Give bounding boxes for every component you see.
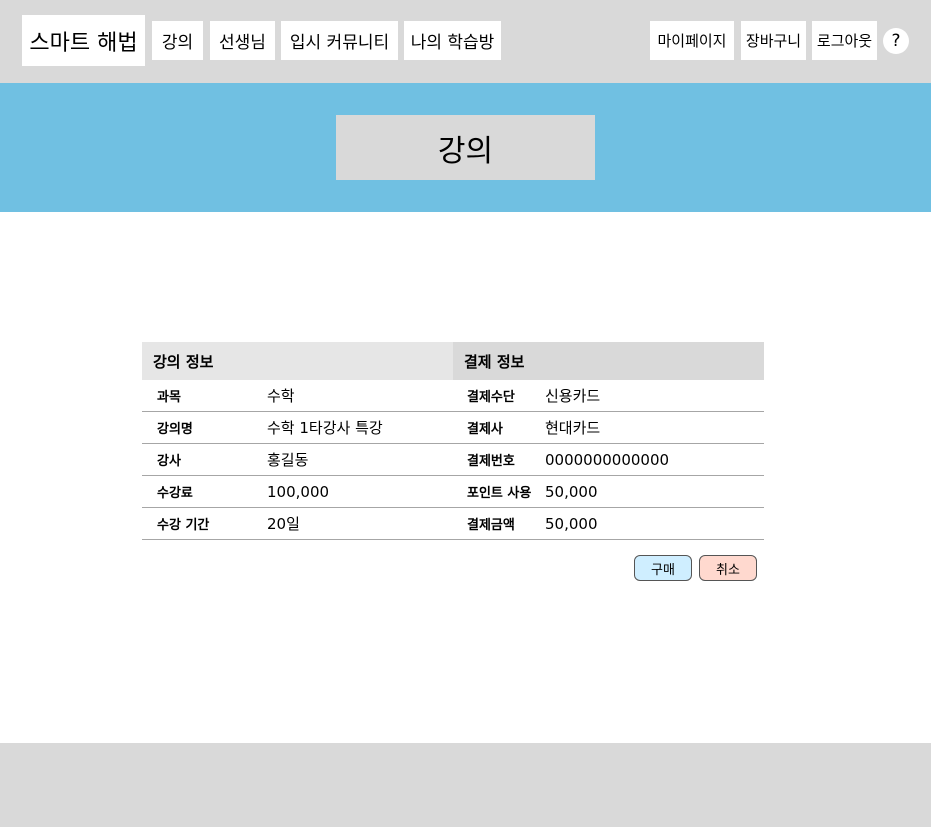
lecture-field-label: 강사 <box>157 454 181 469</box>
lecture-field-value: 수학 <box>267 387 295 405</box>
cancel-button[interactable]: 취소 <box>699 555 757 581</box>
nav-item-community[interactable]: 입시 커뮤니티 <box>281 21 398 60</box>
payment-field-label: 결제번호 <box>467 454 515 469</box>
mypage-link[interactable]: 마이페이지 <box>650 21 734 60</box>
cart-link[interactable]: 장바구니 <box>741 21 806 60</box>
payment-field-label: 결제금액 <box>467 518 515 533</box>
lecture-field-value: 100,000 <box>267 482 330 501</box>
page-footer <box>0 743 931 827</box>
payment-field-value: 50,000 <box>545 482 598 501</box>
lecture-field-value: 홍길동 <box>267 451 309 469</box>
page-title: 강의 <box>336 115 595 180</box>
table-row: 강의명 수학 1타강사 특강 결제사 현대카드 <box>142 412 764 444</box>
payment-field-value: 0000000000000 <box>545 450 670 469</box>
lecture-field-label: 과목 <box>157 390 181 405</box>
payment-field-value: 신용카드 <box>545 387 601 405</box>
payment-field-label: 결제사 <box>467 422 503 437</box>
lecture-field-label: 강의명 <box>157 422 193 437</box>
nav-item-study-room[interactable]: 나의 학습방 <box>404 21 501 60</box>
brand-logo[interactable]: 스마트 해법 <box>22 15 145 66</box>
page-banner: 강의 <box>0 83 931 212</box>
lecture-info-heading: 강의 정보 <box>142 342 453 380</box>
payment-field-value: 50,000 <box>545 514 598 533</box>
table-row: 수강 기간 20일 결제금액 50,000 <box>142 508 764 540</box>
nav-item-teacher[interactable]: 선생님 <box>210 21 275 60</box>
table-row: 강사 홍길동 결제번호 0000000000000 <box>142 444 764 476</box>
lecture-field-label: 수강 기간 <box>157 518 210 533</box>
lecture-field-label: 수강료 <box>157 486 193 501</box>
payment-field-value: 현대카드 <box>545 419 601 437</box>
table-row: 과목 수학 결제수단 신용카드 <box>142 380 764 412</box>
payment-field-label: 결제수단 <box>467 390 515 405</box>
lecture-field-value: 수학 1타강사 특강 <box>267 419 383 437</box>
logout-link[interactable]: 로그아웃 <box>812 21 877 60</box>
payment-field-label: 포인트 사용 <box>467 486 532 501</box>
nav-item-lecture[interactable]: 강의 <box>152 21 203 60</box>
table-row: 수강료 100,000 포인트 사용 50,000 <box>142 476 764 508</box>
payment-info-heading: 결제 정보 <box>453 342 764 380</box>
help-icon[interactable]: ? <box>883 28 909 54</box>
lecture-field-value: 20일 <box>267 515 300 533</box>
top-header: 스마트 해법 강의 선생님 입시 커뮤니티 나의 학습방 마이페이지 장바구니 … <box>0 0 931 83</box>
buy-button[interactable]: 구매 <box>634 555 692 581</box>
